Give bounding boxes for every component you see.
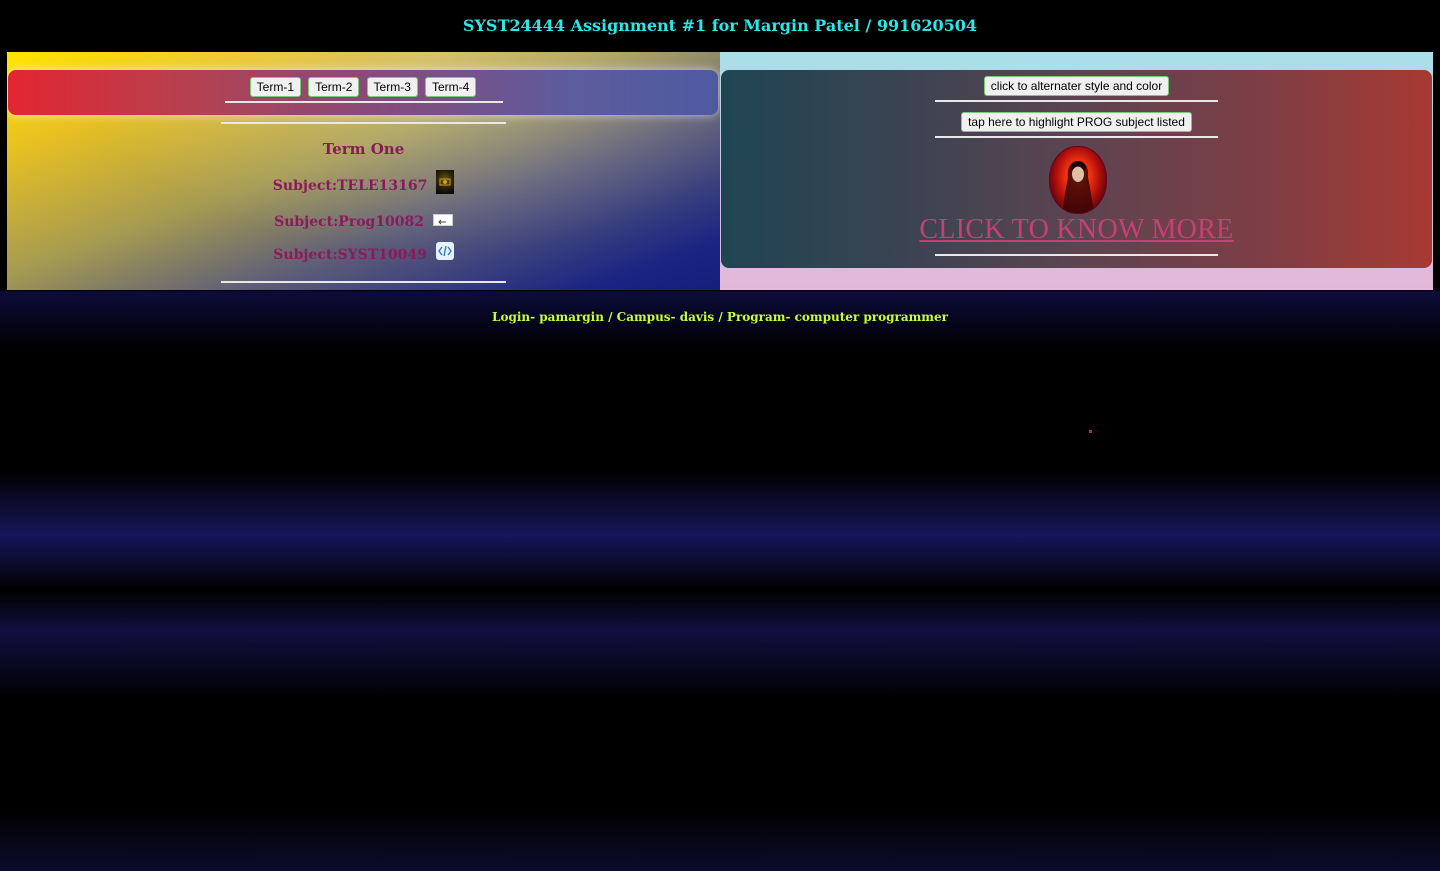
arrow-icon <box>432 214 453 226</box>
code-icon <box>435 242 454 260</box>
term-4-button[interactable]: Term-4 <box>424 77 477 97</box>
highlight-button-wrap: tap here to highlight PROG subject liste… <box>721 111 1432 132</box>
term-2-button[interactable]: Term-2 <box>308 77 360 97</box>
login-info: Login- pamargin / Campus- davis / Progra… <box>492 310 948 324</box>
nav-divider <box>225 101 503 103</box>
controls-panel: click to alternater style and color tap … <box>720 52 1433 290</box>
subject-label: Subject:SYST10049 <box>273 247 427 263</box>
term-3-button[interactable]: Term-3 <box>366 77 418 97</box>
alternate-style-button[interactable]: click to alternater style and color <box>983 76 1170 96</box>
term-panel: Term-1 Term-2 Term-3 Term-4 Term One Sub… <box>7 52 720 290</box>
subject-label: Subject:Prog10082 <box>274 214 425 230</box>
content-divider-top <box>221 122 506 124</box>
divider-3 <box>935 254 1218 256</box>
subject-row-tele13167: Subject:TELE13167 <box>7 170 720 198</box>
subject-label: Subject:TELE13167 <box>272 178 428 194</box>
stray-dot <box>1089 430 1092 433</box>
divider-2 <box>935 136 1218 138</box>
style-button-wrap: click to alternater style and color <box>721 75 1432 96</box>
highlight-prog-button[interactable]: tap here to highlight PROG subject liste… <box>961 112 1192 132</box>
term-buttons: Term-1 Term-2 Term-3 Term-4 <box>8 76 718 97</box>
divider-1 <box>935 100 1218 102</box>
page-title: SYST24444 Assignment #1 for Margin Patel… <box>462 16 978 35</box>
term-heading: Term One <box>322 140 405 158</box>
know-more-link[interactable]: CLICK TO KNOW MORE <box>721 214 1432 246</box>
content-divider-bottom <box>221 281 506 283</box>
term-1-button[interactable]: Term-1 <box>249 77 302 97</box>
dark-thumbnail-icon <box>436 170 455 194</box>
controls-card: click to alternater style and color tap … <box>721 70 1432 268</box>
term-nav: Term-1 Term-2 Term-3 Term-4 <box>8 70 718 115</box>
subject-row-prog10082: Subject:Prog10082 <box>7 214 720 230</box>
avatar <box>1049 146 1107 214</box>
subject-row-syst10049: Subject:SYST10049 <box>7 242 720 264</box>
